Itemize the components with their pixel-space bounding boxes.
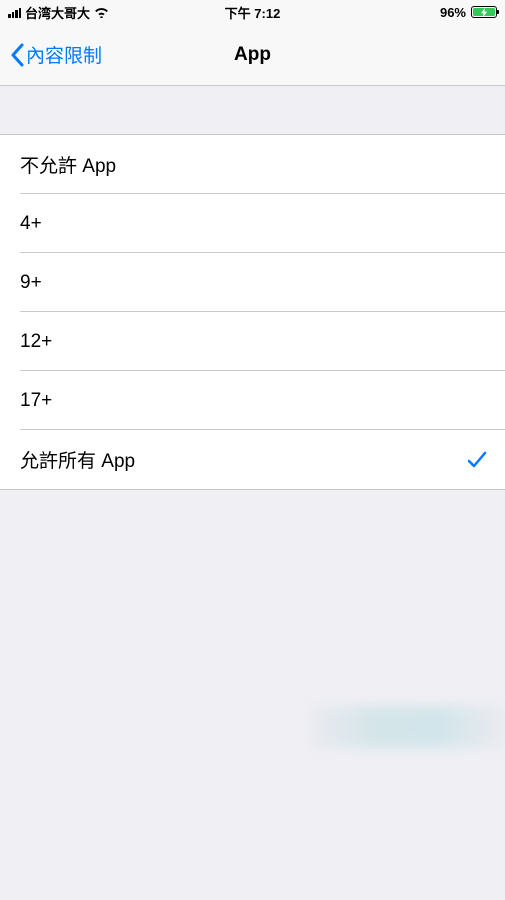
option-disallow-apps[interactable]: 不允許 App (0, 135, 505, 194)
status-bar: 台湾大哥大 下午 7:12 96% (0, 0, 505, 24)
status-right: 96% (440, 5, 497, 20)
option-label: 9+ (20, 272, 42, 294)
wifi-icon (94, 7, 109, 18)
app-rating-list: 不允許 App 4+ 9+ 12+ 17+ 允許所有 App (0, 134, 505, 490)
option-label: 12+ (20, 331, 52, 353)
status-time: 下午 7:12 (225, 3, 281, 22)
option-9plus[interactable]: 9+ (0, 253, 505, 312)
option-label: 4+ (20, 213, 42, 235)
option-17plus[interactable]: 17+ (0, 371, 505, 430)
checkmark-icon (467, 450, 487, 470)
battery-percent: 96% (440, 5, 466, 20)
page-title: App (234, 44, 271, 66)
back-button[interactable]: 內容限制 (10, 41, 102, 68)
carrier-label: 台湾大哥大 (25, 3, 90, 22)
signal-strength-icon (8, 7, 21, 18)
chevron-left-icon (10, 43, 24, 67)
option-label: 17+ (20, 390, 52, 412)
status-left: 台湾大哥大 (8, 3, 109, 22)
back-label: 內容限制 (26, 41, 102, 68)
option-label: 允許所有 App (20, 446, 135, 473)
option-label: 不允許 App (20, 151, 116, 178)
option-12plus[interactable]: 12+ (0, 312, 505, 371)
redacted-area (310, 706, 505, 748)
battery-icon (471, 6, 497, 18)
navigation-bar: 內容限制 App (0, 24, 505, 86)
option-allow-all-apps[interactable]: 允許所有 App (0, 430, 505, 489)
option-4plus[interactable]: 4+ (0, 194, 505, 253)
